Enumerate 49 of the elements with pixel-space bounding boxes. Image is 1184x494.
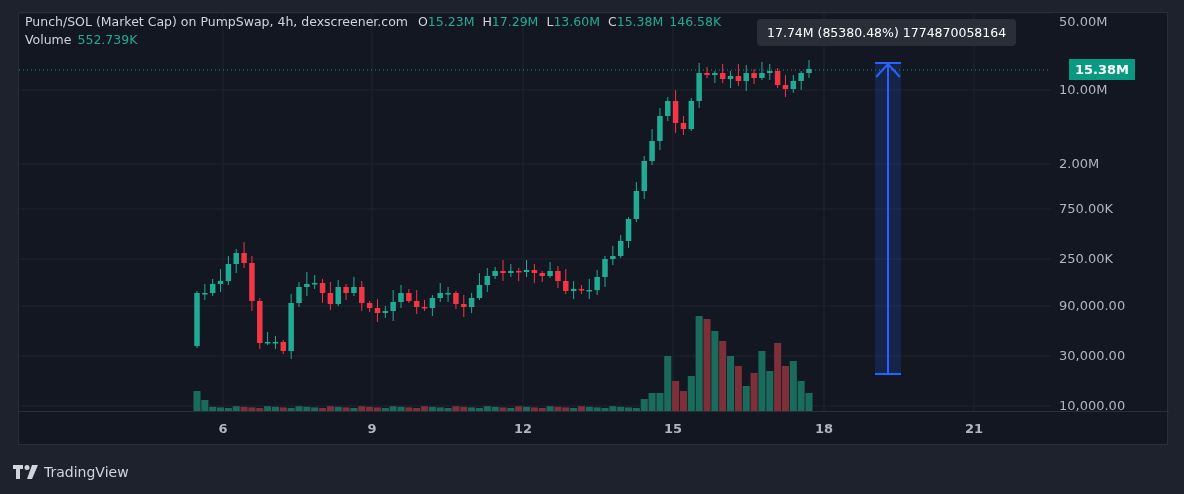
price-axis-label: 750.00K (1059, 201, 1113, 217)
candle (500, 259, 506, 282)
candle (194, 290, 200, 349)
price-axis-label: 250.00K (1059, 251, 1113, 267)
candle (806, 59, 812, 79)
candle (296, 281, 302, 308)
candle (602, 255, 608, 288)
volume-label: Volume (25, 31, 72, 49)
candle (649, 128, 655, 166)
time-axis-label: 9 (366, 421, 378, 436)
ohlc-value: 15.23M (427, 13, 475, 31)
candle (241, 241, 247, 269)
candle (547, 261, 553, 279)
ohlc-label: C (607, 13, 617, 31)
candle (555, 265, 561, 289)
time-axis-label: 15 (662, 421, 684, 436)
change-value: 146.58K (669, 13, 722, 31)
chart-title: Punch/SOL (Market Cap) on PumpSwap, 4h, dexscreener.com (25, 13, 408, 31)
ohlc-value: 13.60M (553, 13, 600, 31)
price-axis-label: 50.00M (1059, 14, 1108, 30)
candle (351, 276, 357, 297)
volume-value: 552.739K (77, 31, 138, 49)
time-axis-label: 6 (217, 421, 229, 436)
price-axis-label: 10,000.00 (1059, 398, 1126, 411)
time-axis-label: 18 (813, 421, 835, 436)
last-price-badge: 15.38M (1069, 59, 1136, 80)
time-axis-label: 21 (963, 421, 985, 436)
time-axis-label: 12 (512, 421, 534, 436)
price-axis-label: 2.00M (1059, 156, 1100, 172)
price-axis-label: 30,000.00 (1059, 348, 1126, 364)
logo-icon (13, 465, 39, 479)
ohlc-label: H (482, 13, 492, 31)
candle (398, 284, 404, 309)
ohlc-label: L (546, 13, 554, 31)
candle (751, 68, 757, 85)
ohlc-label: O (418, 13, 428, 31)
ohlc-value: 15.38M (616, 13, 664, 31)
candle (343, 283, 349, 301)
candle (249, 255, 255, 312)
price-axis-label: 90,000.00 (1059, 298, 1126, 314)
price-axis-label: 10.00M (1059, 82, 1108, 98)
candle (704, 66, 710, 79)
brand-name: TradingView (44, 464, 129, 480)
candle (759, 61, 765, 81)
measure-tooltip: 17.74M (85380.48%) 1774870058164 (757, 19, 1017, 46)
ohlc-value: 17.29M (491, 13, 539, 31)
candle (445, 286, 451, 303)
candle (657, 107, 663, 151)
candle (453, 290, 459, 310)
